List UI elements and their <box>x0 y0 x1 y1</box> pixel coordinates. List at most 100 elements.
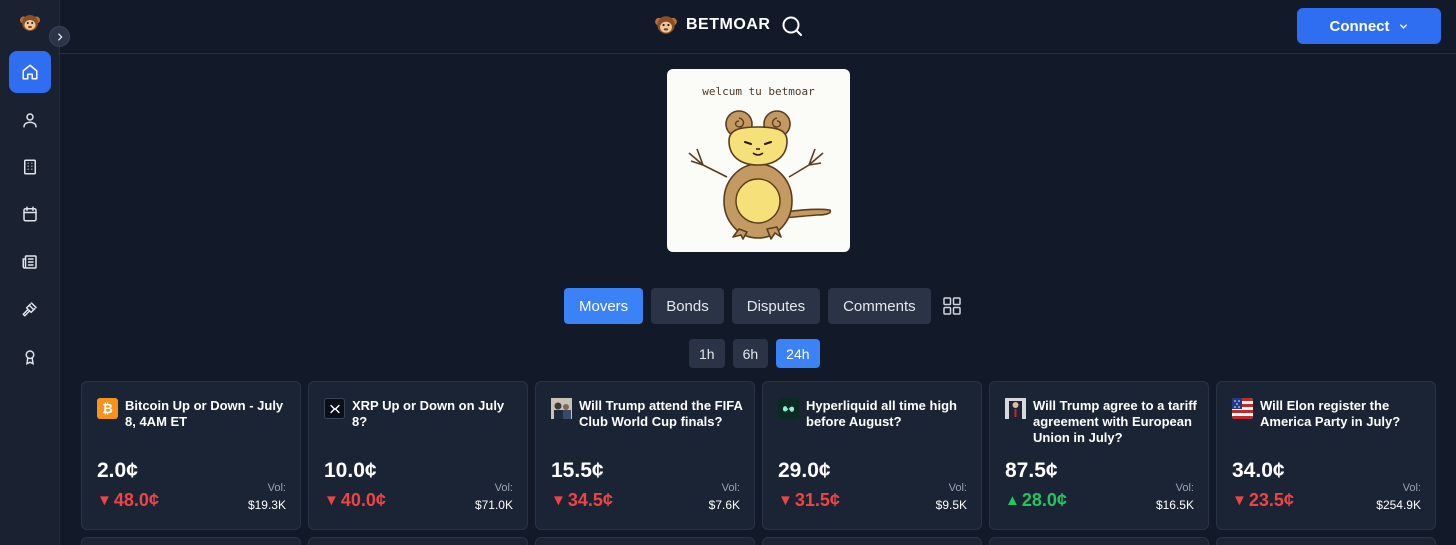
volume-value: $19.3K <box>247 498 286 512</box>
timeframe-6h[interactable]: 6h <box>732 339 769 368</box>
volume-value: $9.5K <box>935 498 967 512</box>
market-price: 2.0¢ <box>97 459 138 482</box>
timeframe-selector: 1h 6h 24h <box>689 339 820 368</box>
nav-buildings[interactable] <box>9 146 51 188</box>
market-card-partial[interactable] <box>308 537 528 545</box>
photo-thumbnail <box>551 398 572 419</box>
market-card-partial[interactable] <box>762 537 982 545</box>
price-change: ▼ 31.5¢ <box>778 490 840 511</box>
market-card[interactable]: ₿ Bitcoin Up or Down - July 8, 4AM ET 2.… <box>81 381 301 530</box>
market-card[interactable]: Hyperliquid all time high before August?… <box>762 381 982 530</box>
timeframe-24h[interactable]: 24h <box>776 339 820 368</box>
price-change: ▼ 34.5¢ <box>551 490 613 511</box>
volume-value: $71.0K <box>474 498 513 512</box>
market-title: Will Elon register the America Party in … <box>1260 398 1401 429</box>
sidebar-expand-button[interactable] <box>49 26 70 47</box>
home-icon <box>22 64 38 80</box>
top-bar: BETMOAR Connect <box>60 0 1456 54</box>
chevron-right-icon <box>57 32 63 41</box>
down-arrow-icon: ▼ <box>97 492 112 509</box>
brand-name: BETMOAR <box>686 16 771 33</box>
tab-disputes[interactable]: Disputes <box>731 288 821 324</box>
price-change: ▼ 48.0¢ <box>97 490 159 511</box>
price-change-value: 34.5¢ <box>567 490 613 510</box>
sidebar <box>0 0 60 545</box>
market-card[interactable]: Will Trump attend the FIFA Club World Cu… <box>535 381 755 530</box>
tab-bonds[interactable]: Bonds <box>651 288 724 324</box>
search-icon <box>782 16 802 36</box>
nav-profile[interactable] <box>9 99 51 141</box>
down-arrow-icon: ▼ <box>778 492 793 509</box>
market-card-partial[interactable] <box>535 537 755 545</box>
market-card-partial[interactable] <box>989 537 1209 545</box>
market-card[interactable]: Will Trump agree to a tariff agreement w… <box>989 381 1209 530</box>
market-price: 29.0¢ <box>778 459 831 482</box>
nav-gavel[interactable] <box>9 288 51 330</box>
gavel-icon <box>22 302 37 317</box>
volume-label: Vol: <box>1402 482 1421 494</box>
market-title: Bitcoin Up or Down - July 8, 4AM ET <box>125 398 284 429</box>
search-button[interactable] <box>780 14 804 38</box>
volume-value: $254.9K <box>1376 498 1421 512</box>
volume-label: Vol: <box>494 482 513 494</box>
down-arrow-icon: ▼ <box>1232 492 1247 509</box>
market-price: 10.0¢ <box>324 459 377 482</box>
down-arrow-icon: ▼ <box>324 492 339 509</box>
price-change-value: 31.5¢ <box>794 490 840 510</box>
nav-calendar[interactable] <box>9 193 51 235</box>
building-icon <box>24 159 36 175</box>
market-card[interactable]: XRP Up or Down on July 8? 10.0¢ ▼ 40.0¢ V… <box>308 381 528 530</box>
nav-rewards[interactable] <box>9 336 51 378</box>
xrp-icon <box>324 398 345 419</box>
market-card-partial[interactable] <box>1216 537 1436 545</box>
price-change: ▲ 28.0¢ <box>1005 490 1067 511</box>
market-cards: ₿ Bitcoin Up or Down - July 8, 4AM ET 2.… <box>81 381 1436 530</box>
bitcoin-icon: ₿ <box>97 398 118 419</box>
market-title: XRP Up or Down on July 8? <box>352 398 505 429</box>
volume-label: Vol: <box>1175 482 1194 494</box>
market-price: 34.0¢ <box>1232 459 1285 482</box>
market-title: Will Trump attend the FIFA Club World Cu… <box>579 398 743 429</box>
market-price: 15.5¢ <box>551 459 604 482</box>
welcome-banner: welcum tu betmoar <box>667 69 850 252</box>
down-arrow-icon: ▼ <box>551 492 566 509</box>
market-title: Will Trump agree to a tariff agreement w… <box>1033 398 1197 445</box>
photo-thumbnail <box>1005 398 1026 419</box>
nav-news[interactable] <box>9 241 51 283</box>
price-change-value: 48.0¢ <box>113 490 159 510</box>
user-icon <box>23 113 37 128</box>
chevron-down-icon <box>1399 23 1407 29</box>
market-title: Hyperliquid all time high before August? <box>806 398 957 429</box>
calendar-icon <box>23 206 37 222</box>
nav-home[interactable] <box>9 51 51 93</box>
market-price: 87.5¢ <box>1005 459 1058 482</box>
volume-label: Vol: <box>721 482 740 494</box>
price-change-value: 40.0¢ <box>340 490 386 510</box>
price-change: ▼ 23.5¢ <box>1232 490 1294 511</box>
price-change-value: 23.5¢ <box>1248 490 1294 510</box>
monkey-logo-icon[interactable] <box>19 12 41 34</box>
volume-value: $16.5K <box>1155 498 1194 512</box>
category-tabs: Movers Bonds Disputes Comments <box>564 288 963 324</box>
tab-movers[interactable]: Movers <box>564 288 644 324</box>
monkey-illustration <box>688 110 832 240</box>
volume-label: Vol: <box>267 482 286 494</box>
newspaper-icon <box>22 255 37 269</box>
monkey-logo-icon <box>655 16 677 34</box>
hyperliquid-icon <box>778 398 799 419</box>
market-card-partial[interactable] <box>81 537 301 545</box>
market-cards-next-row <box>81 537 1436 545</box>
grid-view-icon[interactable] <box>941 295 963 317</box>
price-change-value: 28.0¢ <box>1021 490 1067 510</box>
connect-button[interactable]: Connect <box>1297 8 1441 44</box>
volume-value: $7.6K <box>708 498 740 512</box>
award-icon <box>25 350 35 366</box>
brand[interactable]: BETMOAR <box>654 13 770 37</box>
volume-label: Vol: <box>948 482 967 494</box>
timeframe-1h[interactable]: 1h <box>689 339 725 368</box>
up-arrow-icon: ▲ <box>1005 492 1020 509</box>
tab-comments[interactable]: Comments <box>828 288 931 324</box>
price-change: ▼ 40.0¢ <box>324 490 386 511</box>
market-card[interactable]: Will Elon register the America Party in … <box>1216 381 1436 530</box>
connect-label: Connect <box>1329 17 1390 35</box>
